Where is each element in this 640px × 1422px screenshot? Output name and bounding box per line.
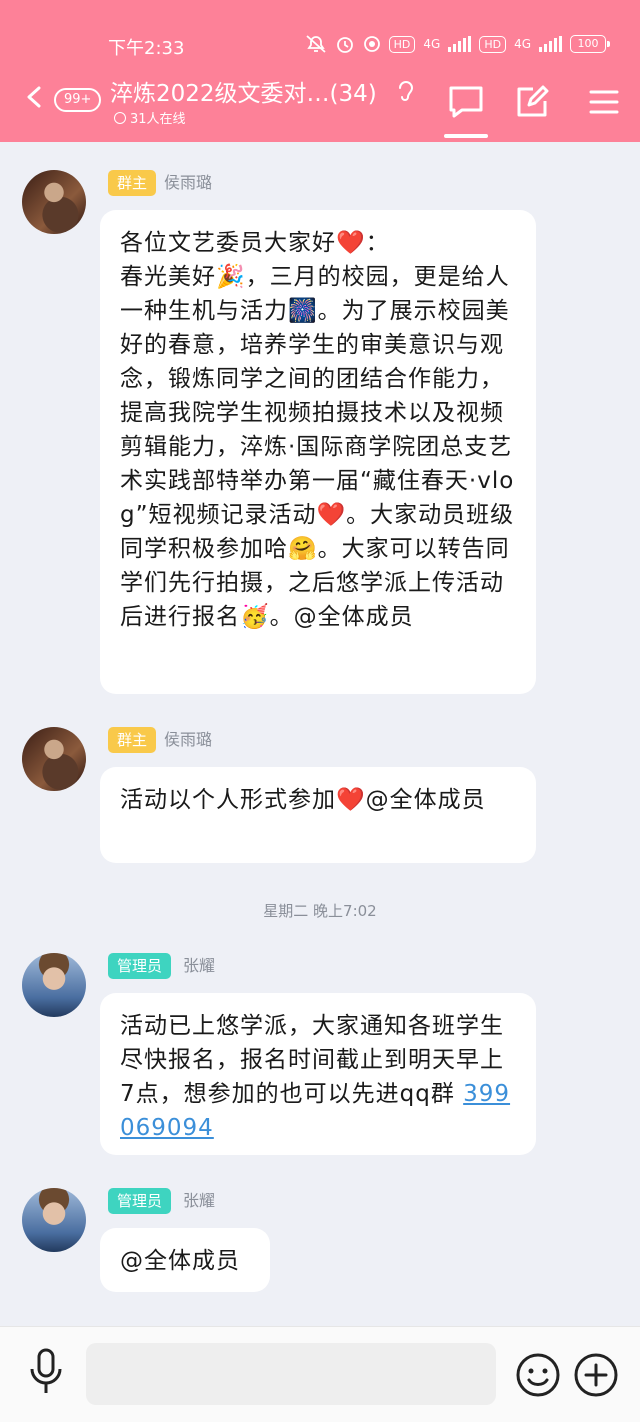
signal-icon <box>448 36 472 52</box>
microphone-icon[interactable] <box>26 1347 66 1397</box>
message-bubble[interactable]: @全体成员 <box>100 1228 270 1292</box>
alarm-icon <box>336 37 353 53</box>
active-tab-indicator <box>444 134 488 138</box>
chevron-left-icon[interactable] <box>24 86 46 108</box>
menu-button[interactable] <box>584 82 624 122</box>
message-input[interactable] <box>86 1343 496 1405</box>
menu-icon <box>589 90 619 114</box>
message-text: 活动已上悠学派，大家通知各班学生尽快报名，报名时间截止到明天早上7点，想参加的也… <box>120 1013 504 1107</box>
role-badge: 管理员 <box>108 953 172 979</box>
avatar[interactable] <box>22 1188 86 1252</box>
online-icon <box>114 111 126 124</box>
plus-circle-icon[interactable] <box>572 1351 620 1399</box>
emoji-icon[interactable] <box>514 1351 562 1399</box>
message-bubble[interactable]: 各位文艺委员大家好❤️： 春光美好🎉，三月的校园，更是给人一种生机与活力🎆。为了… <box>100 210 536 694</box>
role-badge: 群主 <box>108 727 157 753</box>
network-label: 4G <box>423 37 441 51</box>
role-badge: 群主 <box>108 170 157 196</box>
message-bubble[interactable]: 活动以个人形式参加❤️@全体成员 <box>100 767 536 863</box>
chat-bubble-icon <box>449 86 483 118</box>
network-label-2: 4G <box>514 37 531 51</box>
chat-header: 下午2:33 HD 4G HD 4G 100 99+ 淬炼2022级文委对…(3… <box>0 0 640 142</box>
edit-button[interactable] <box>512 82 552 122</box>
signal-icon-2 <box>539 36 562 52</box>
sender-name[interactable]: 张耀 <box>183 953 215 979</box>
status-time: 下午2:33 <box>108 38 185 59</box>
hd-badge: HD <box>388 35 416 53</box>
chat-tab-button[interactable] <box>446 82 486 122</box>
role-badge: 管理员 <box>108 1188 172 1214</box>
time-divider: 星期二 晚上7:02 <box>263 902 377 920</box>
avatar[interactable] <box>22 953 86 1017</box>
edit-icon <box>517 85 549 117</box>
battery-icon: 100 <box>570 35 610 53</box>
unread-badge[interactable]: 99+ <box>54 88 102 112</box>
mute-icon <box>306 35 326 53</box>
message-bubble[interactable]: 活动已上悠学派，大家通知各班学生尽快报名，报名时间截止到明天早上7点，想参加的也… <box>100 993 536 1155</box>
online-status: 31人在线 <box>114 108 186 127</box>
ring-icon <box>363 36 380 52</box>
chat-title[interactable]: 淬炼2022级文委对…(34) <box>110 74 377 108</box>
avatar[interactable] <box>22 727 86 791</box>
sender-name[interactable]: 张耀 <box>183 1188 215 1214</box>
avatar[interactable] <box>22 170 86 234</box>
input-bar <box>0 1326 640 1422</box>
status-icons: HD 4G HD 4G 100 <box>305 34 610 54</box>
sender-name[interactable]: 侯雨璐 <box>164 727 212 753</box>
hd-badge-2: HD <box>479 35 507 53</box>
ear-icon[interactable] <box>396 78 416 104</box>
online-count: 31人在线 <box>130 112 186 127</box>
sender-name[interactable]: 侯雨璐 <box>164 170 212 196</box>
